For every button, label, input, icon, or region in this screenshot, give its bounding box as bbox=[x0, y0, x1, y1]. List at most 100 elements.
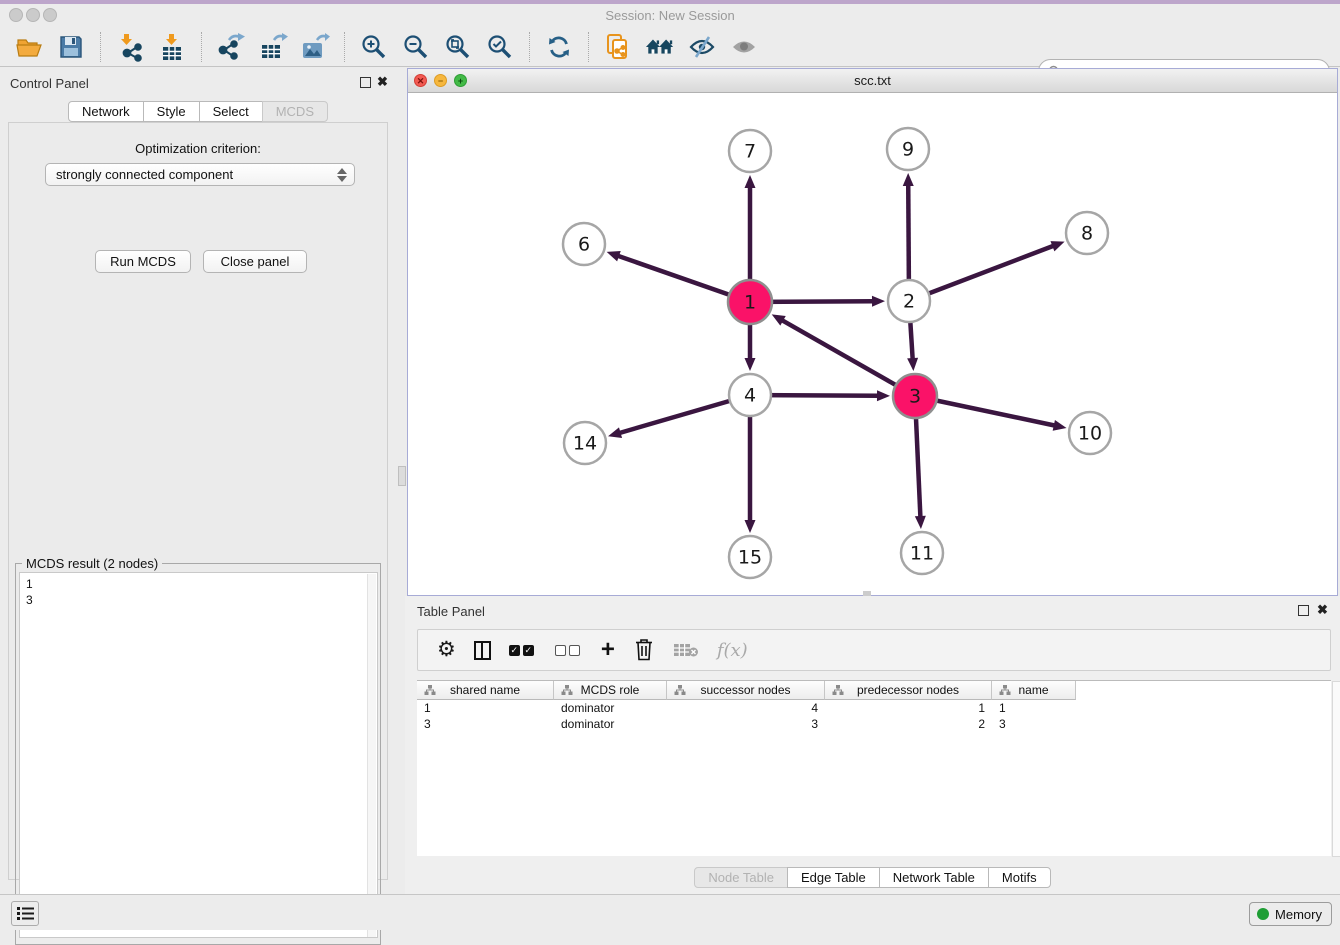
graph-node-label-4: 4 bbox=[744, 385, 756, 407]
column-header-MCDS-role[interactable]: MCDS role bbox=[554, 681, 667, 700]
zoom-selected-icon[interactable] bbox=[485, 32, 515, 62]
open-file-icon[interactable] bbox=[14, 32, 44, 62]
refresh-layout-icon[interactable] bbox=[544, 32, 574, 62]
zoom-fit-icon[interactable] bbox=[443, 32, 473, 62]
mcds-pane: Optimization criterion: strongly connect… bbox=[8, 122, 388, 880]
memory-label: Memory bbox=[1275, 907, 1322, 922]
float-table-panel-icon[interactable] bbox=[1298, 605, 1309, 616]
network-window-titlebar[interactable]: ✕ − + scc.txt bbox=[408, 69, 1337, 93]
toggle-columns-icon[interactable] bbox=[474, 637, 491, 663]
column-header-name[interactable]: name bbox=[992, 681, 1076, 700]
graph-arrowhead-1-2 bbox=[872, 296, 885, 307]
graph-node-label-9: 9 bbox=[902, 139, 914, 161]
network-window: ✕ − + scc.txt 7968124314101511 bbox=[407, 68, 1338, 596]
table-row[interactable]: 3dominator323 bbox=[417, 716, 1331, 732]
table-cell[interactable]: 3 bbox=[417, 716, 554, 732]
tab-network-table[interactable]: Network Table bbox=[879, 867, 989, 888]
clone-network-icon[interactable] bbox=[603, 32, 633, 62]
table-cell[interactable]: 2 bbox=[825, 716, 992, 732]
table-tabs: Node TableEdge TableNetwork TableMotifs bbox=[405, 867, 1340, 888]
result-scrollbar[interactable] bbox=[367, 574, 376, 938]
tab-edge-table[interactable]: Edge Table bbox=[787, 867, 880, 888]
vertical-splitter-handle[interactable] bbox=[398, 466, 406, 486]
close-panel-icon[interactable]: ✖ bbox=[377, 74, 388, 90]
tab-node-table[interactable]: Node Table bbox=[694, 867, 788, 888]
export-network-icon[interactable] bbox=[216, 32, 246, 62]
graph-arrowhead-4-3 bbox=[877, 390, 890, 401]
home-icon[interactable] bbox=[645, 32, 675, 62]
graph-node-label-1: 1 bbox=[744, 292, 756, 314]
run-mcds-button[interactable]: Run MCDS bbox=[95, 250, 191, 273]
save-session-icon[interactable] bbox=[56, 32, 86, 62]
select-stepper-icon bbox=[336, 167, 348, 183]
table-scrollbar[interactable] bbox=[1332, 681, 1340, 857]
graph-arrowhead-2-3 bbox=[907, 358, 918, 371]
float-panel-icon[interactable] bbox=[360, 77, 371, 88]
result-line: 3 bbox=[26, 592, 377, 608]
node-table-body: 1dominator4113dominator323 bbox=[417, 700, 1331, 732]
graph-arrowhead-1-4 bbox=[745, 358, 756, 371]
function-builder-icon: f(x) bbox=[717, 637, 748, 663]
network-window-title: scc.txt bbox=[408, 73, 1337, 88]
node-table: shared nameMCDS rolesuccessor nodesprede… bbox=[417, 680, 1331, 856]
tab-motifs[interactable]: Motifs bbox=[988, 867, 1051, 888]
tab-mcds[interactable]: MCDS bbox=[262, 101, 328, 122]
mcds-result-title: MCDS result (2 nodes) bbox=[22, 556, 162, 571]
control-panel-title: Control Panel bbox=[10, 76, 89, 91]
graph-arrowhead-2-8 bbox=[1050, 241, 1064, 251]
table-cell[interactable]: 1 bbox=[992, 700, 1076, 716]
memory-status-icon bbox=[1257, 908, 1269, 920]
hide-graphics-details-icon[interactable] bbox=[687, 32, 717, 62]
network-graph: 7968124314101511 bbox=[408, 93, 1337, 595]
table-settings-gear-icon[interactable]: ⚙ bbox=[437, 637, 456, 663]
close-panel-button[interactable]: Close panel bbox=[203, 250, 307, 273]
delete-table-icon bbox=[673, 637, 699, 663]
toolbar-separator bbox=[201, 32, 202, 62]
graph-node-label-2: 2 bbox=[903, 291, 915, 313]
toolbar-separator bbox=[588, 32, 589, 62]
tab-style[interactable]: Style bbox=[143, 101, 200, 122]
graph-arrowhead-3-11 bbox=[915, 516, 926, 529]
graph-edge-2-8[interactable] bbox=[909, 245, 1054, 301]
status-bar: Memory bbox=[0, 894, 1340, 930]
column-header-shared-name[interactable]: shared name bbox=[417, 681, 554, 700]
table-cell[interactable]: 4 bbox=[667, 700, 825, 716]
graph-arrowhead-1-6 bbox=[607, 251, 621, 261]
column-header-successor-nodes[interactable]: successor nodes bbox=[667, 681, 825, 700]
tab-select[interactable]: Select bbox=[199, 101, 263, 122]
table-cell[interactable]: 1 bbox=[825, 700, 992, 716]
node-table-header: shared nameMCDS rolesuccessor nodesprede… bbox=[417, 681, 1331, 700]
export-table-icon[interactable] bbox=[258, 32, 288, 62]
zoom-out-icon[interactable] bbox=[401, 32, 431, 62]
deselect-all-columns-icon[interactable] bbox=[555, 637, 583, 663]
result-line: 1 bbox=[26, 576, 377, 592]
criterion-select[interactable]: strongly connected component bbox=[45, 163, 355, 186]
table-cell[interactable]: dominator bbox=[554, 700, 667, 716]
table-cell[interactable]: 3 bbox=[992, 716, 1076, 732]
close-table-panel-icon[interactable]: ✖ bbox=[1317, 602, 1328, 618]
import-table-icon[interactable] bbox=[157, 32, 187, 62]
select-all-columns-icon[interactable]: ✓✓ bbox=[509, 637, 537, 663]
tab-network[interactable]: Network bbox=[68, 101, 144, 122]
zoom-in-icon[interactable] bbox=[359, 32, 389, 62]
mcds-result-list[interactable]: 13 bbox=[19, 572, 378, 938]
export-image-icon[interactable] bbox=[300, 32, 330, 62]
add-column-icon[interactable]: + bbox=[601, 637, 615, 663]
delete-column-icon[interactable] bbox=[633, 637, 655, 663]
main-toolbar bbox=[0, 28, 1340, 67]
graph-node-label-7: 7 bbox=[744, 141, 756, 163]
show-graphics-details-icon[interactable] bbox=[729, 32, 759, 62]
column-header-predecessor-nodes[interactable]: predecessor nodes bbox=[825, 681, 992, 700]
import-network-icon[interactable] bbox=[115, 32, 145, 62]
table-cell[interactable]: 1 bbox=[417, 700, 554, 716]
graph-arrowhead-4-15 bbox=[745, 520, 756, 533]
memory-button[interactable]: Memory bbox=[1249, 902, 1332, 926]
table-cell[interactable]: 3 bbox=[667, 716, 825, 732]
table-row[interactable]: 1dominator411 bbox=[417, 700, 1331, 716]
task-history-button[interactable] bbox=[11, 901, 39, 926]
control-panel-tabs: NetworkStyleSelectMCDS bbox=[0, 101, 396, 122]
network-canvas[interactable]: 7968124314101511 bbox=[408, 93, 1337, 595]
table-toolbar: ⚙ ✓✓ + f(x) bbox=[417, 629, 1331, 671]
table-cell[interactable]: dominator bbox=[554, 716, 667, 732]
graph-node-label-11: 11 bbox=[910, 543, 934, 565]
